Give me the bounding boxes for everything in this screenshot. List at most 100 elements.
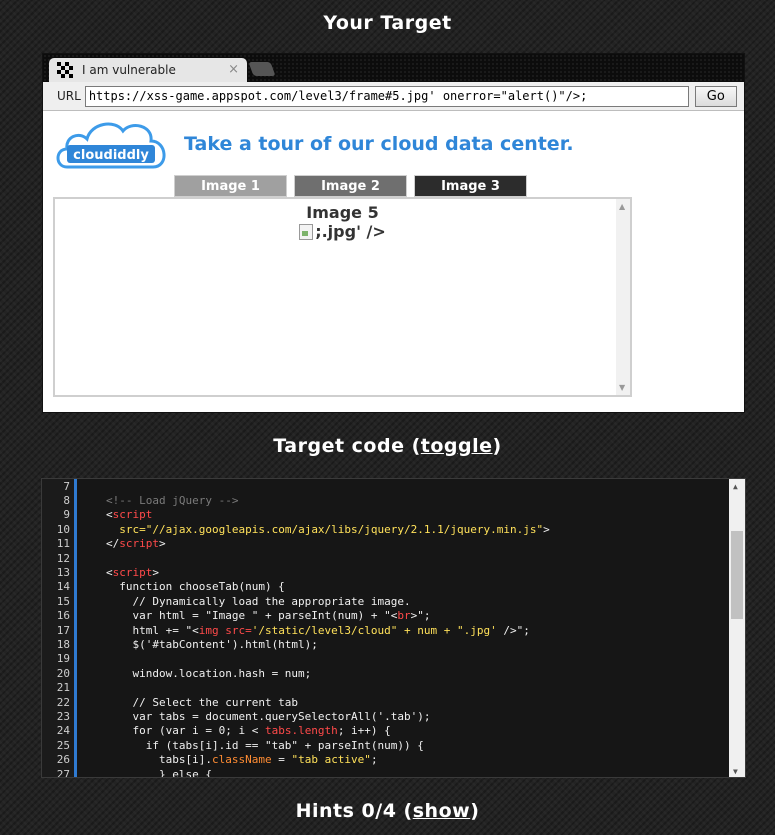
code-token: src=: [106, 522, 146, 536]
code-token: br: [397, 609, 411, 623]
line-number: 18: [56, 637, 70, 651]
code-text: // Select the current tab: [106, 696, 298, 710]
code-token: ; i++) {: [337, 724, 391, 738]
tab-image-2[interactable]: Image 2: [294, 175, 407, 197]
line-number: 13: [56, 565, 70, 579]
target-code-heading-suffix: ): [492, 435, 502, 457]
code-text: $('#tabContent').html(html);: [106, 638, 317, 652]
code-token: script: [112, 508, 153, 522]
scrollbar-thumb[interactable]: [731, 531, 743, 619]
code-text: for (var i = 0; i < tabs.length; i++) {: [106, 724, 391, 738]
code-text: </script>: [106, 537, 166, 551]
url-bar: URL Go: [43, 82, 744, 111]
code-text: var tabs = document.querySelectorAll('.t…: [106, 709, 431, 724]
site-tagline: Take a tour of our cloud data center.: [184, 133, 574, 155]
code-token: ;: [370, 753, 378, 767]
show-hints-link[interactable]: show: [413, 800, 470, 822]
line-number: 23: [56, 709, 70, 723]
line-number: 19: [56, 652, 70, 666]
code-text: <script>: [106, 566, 159, 580]
code-token: "//ajax.googleapis.com/ajax/libs/jquery/…: [145, 522, 544, 536]
line-number: 15: [56, 594, 70, 608]
broken-image-icon: [299, 223, 314, 240]
code-token: >: [543, 522, 550, 536]
code-token: img src=: [198, 623, 252, 637]
tab-image-3[interactable]: Image 3: [414, 175, 527, 197]
code-text: <!-- Load jQuery -->: [106, 494, 238, 508]
browser-tab-bar: I am vulnerable ×: [43, 54, 744, 82]
code-text: } else {: [106, 768, 212, 778]
toggle-link[interactable]: toggle: [421, 435, 493, 457]
favicon-icon: [57, 62, 73, 78]
code-text: window.location.hash = num;: [106, 667, 311, 681]
frame-scrollbar[interactable]: ▲ ▼: [616, 199, 630, 395]
your-target-heading-text: Your Target: [323, 12, 452, 34]
code-token: tabs[i].: [106, 753, 212, 767]
code-token: className: [211, 753, 272, 767]
tab-image-1[interactable]: Image 1: [174, 175, 287, 197]
line-number: 21: [56, 681, 70, 695]
code-text: html += "<img src='/static/level3/cloud"…: [106, 623, 529, 638]
code-token: "tab active": [291, 753, 371, 767]
scroll-down-icon[interactable]: ▼: [733, 767, 738, 776]
cloudiddly-logo: cloudiddly: [56, 122, 166, 169]
line-number: 12: [56, 551, 70, 565]
browser-window: I am vulnerable × URL Go cloudiddly Take…: [42, 53, 745, 413]
code-token: script: [112, 565, 153, 579]
code-editor[interactable]: 7 8 <!-- Load jQuery --> 9 <script 10 src="//…: [41, 478, 746, 778]
code-token: <: [106, 508, 113, 522]
browser-tab[interactable]: I am vulnerable ×: [49, 58, 247, 82]
code-token: for (var i = 0; i <: [106, 724, 265, 738]
browser-tab-title: I am vulnerable: [82, 63, 176, 77]
code-token: // Dynamically load the appropriate imag…: [106, 594, 411, 608]
line-number: 17: [56, 623, 70, 637]
code-token: html += "<: [106, 623, 199, 637]
url-input[interactable]: [84, 85, 689, 107]
line-number: 10: [56, 522, 70, 536]
line-number: 26: [56, 753, 70, 767]
line-number: 14: [56, 580, 70, 594]
new-tab-button[interactable]: [248, 62, 276, 76]
your-target-heading: Your Target: [0, 12, 775, 34]
code-token: >";: [410, 609, 431, 623]
hints-heading-suffix: ): [470, 800, 480, 822]
code-token: var html = "Image " + parseInt(num) + "<: [106, 609, 398, 623]
line-number: 27: [56, 767, 70, 778]
broken-image: ;.jpg' />: [55, 222, 630, 241]
code-token: tabs.length: [264, 724, 338, 738]
code-text: function chooseTab(num) {: [106, 580, 285, 594]
code-text: // Dynamically load the appropriate imag…: [106, 594, 411, 609]
code-token: '/static/level3/cloud" + num + ".jpg': [251, 623, 497, 637]
close-tab-icon[interactable]: ×: [228, 62, 239, 77]
logo-text: cloudiddly: [73, 148, 149, 163]
scroll-up-icon[interactable]: ▲: [733, 482, 738, 491]
go-button[interactable]: Go: [694, 85, 737, 107]
line-number: 20: [56, 666, 70, 680]
scroll-up-icon[interactable]: ▲: [619, 202, 625, 211]
line-number: 16: [56, 609, 70, 623]
code-scrollbar[interactable]: ▲ ▼: [729, 479, 745, 777]
code-token: >: [152, 565, 159, 579]
line-number: 24: [56, 724, 70, 738]
code-token: function chooseTab(num) {: [106, 580, 285, 594]
line-number: 25: [56, 738, 70, 752]
line-number: 11: [56, 537, 70, 551]
hints-heading: Hints 0/4 (show): [0, 800, 775, 822]
line-number: 9: [63, 508, 70, 522]
target-code-heading: Target code (toggle): [0, 435, 775, 457]
code-token: <!-- Load jQuery -->: [106, 493, 239, 507]
hints-heading-text: Hints 0/4 (: [295, 800, 413, 822]
code-token: // Select the current tab: [106, 695, 299, 709]
url-label: URL: [57, 89, 81, 103]
code-text: if (tabs[i].id == "tab" + parseInt(num))…: [106, 739, 424, 753]
scroll-down-icon[interactable]: ▼: [619, 383, 625, 392]
code-token: script: [119, 537, 159, 551]
line-number: 7: [63, 479, 70, 493]
line-number: 8: [63, 493, 70, 507]
line-number: 22: [56, 695, 70, 709]
code-token: var tabs = document.querySelectorAll('.t…: [106, 709, 431, 723]
target-code-heading-text: Target code (: [273, 435, 421, 457]
code-token: window.location.hash = num;: [106, 666, 312, 680]
content-title: Image 5: [306, 203, 379, 222]
code-token: </: [106, 537, 120, 551]
